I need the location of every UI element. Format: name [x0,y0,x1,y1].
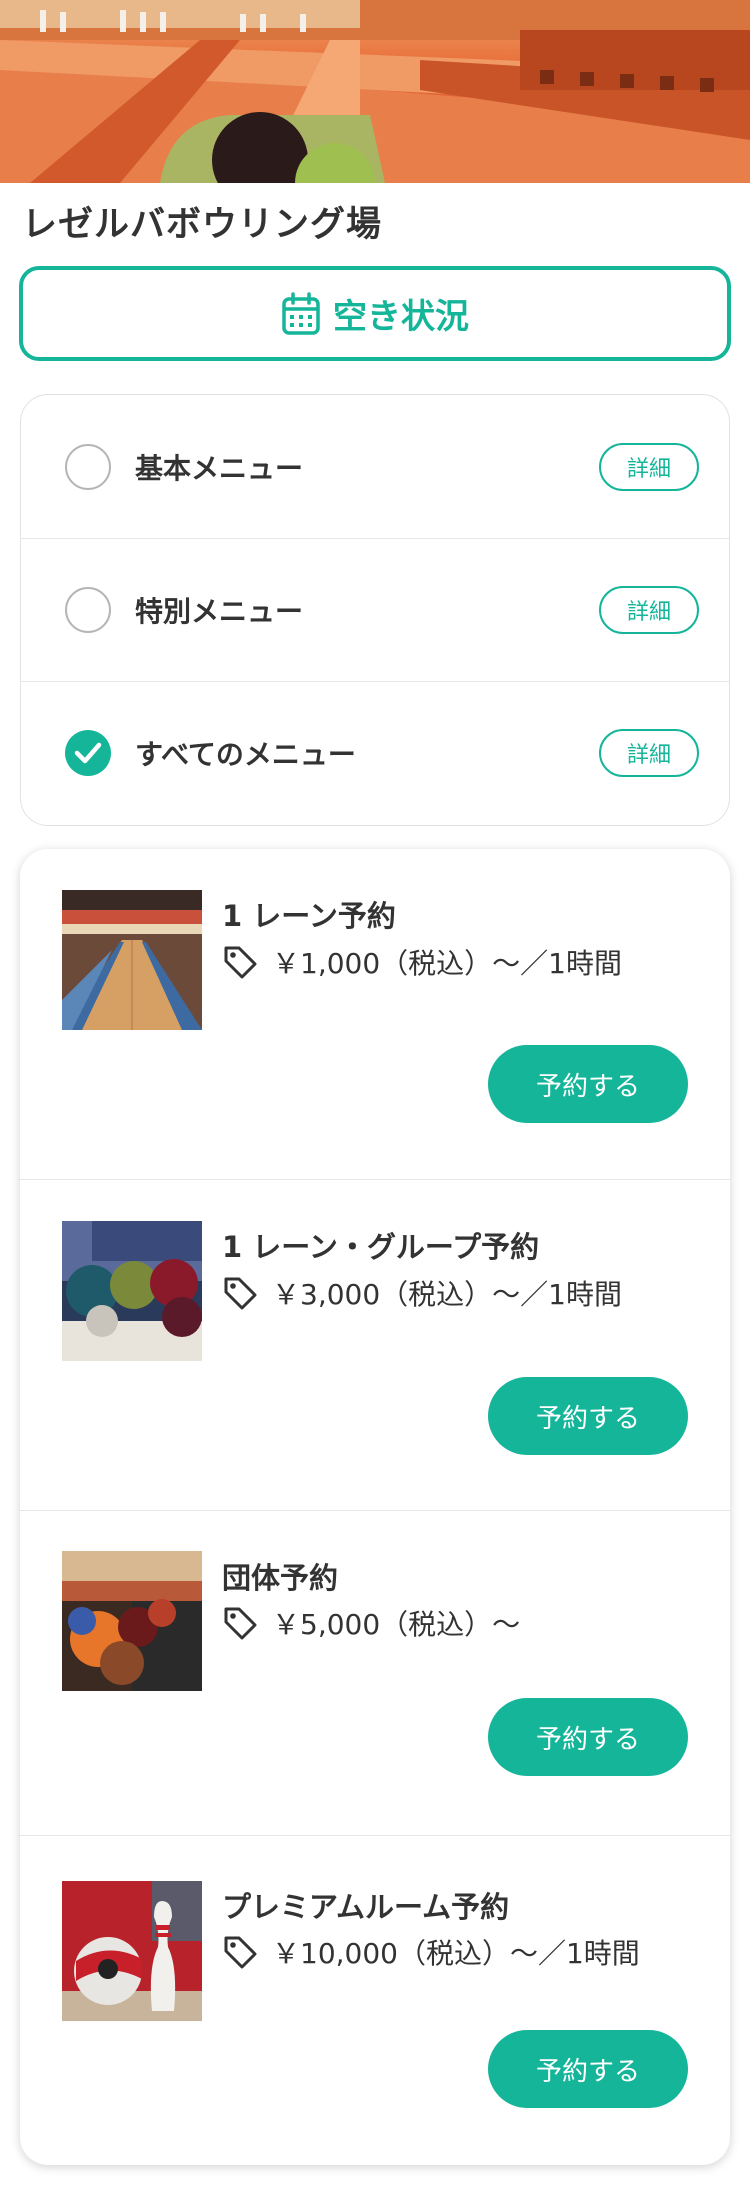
plan-item: 1 レーン予約 ￥1,000（税込）〜／1時間 予約する [20,849,730,1179]
detail-button-basic[interactable]: 詳細 [599,442,699,491]
plan-price-row: ￥10,000（税込）〜／1時間 [222,1932,640,1972]
plan-item: 団体予約 ￥5,000（税込）〜 予約する [20,1510,730,1835]
plan-thumbnail [62,1881,202,2021]
reserve-button[interactable]: 予約する [488,2030,688,2108]
detail-button-special[interactable]: 詳細 [599,586,699,634]
plan-item: プレミアムルーム予約 ￥10,000（税込）〜／1時間 予約する [20,1835,730,2165]
price-tag-icon [224,946,257,979]
menu-filter-card: 基本メニュー 詳細 特別メニュー 詳細 すべてのメニュー 詳細 [20,394,730,826]
plans-card: 1 レーン予約 ￥1,000（税込）〜／1時間 予約する 1 レーン・グループ予… [20,849,730,2165]
price-tag-icon [224,1607,257,1640]
filter-row-basic[interactable]: 基本メニュー 詳細 [21,395,729,538]
plan-price-row: ￥1,000（税込）〜／1時間 [222,942,622,982]
hero-image [0,0,750,183]
plan-title: 1 レーン・グループ予約 [222,1230,540,1264]
filter-row-all[interactable]: すべてのメニュー 詳細 [21,681,729,824]
plan-thumbnail [62,1221,202,1361]
filter-label-special: 特別メニュー [135,595,304,628]
plan-title: 団体予約 [222,1561,339,1595]
bowling-lanes-illustration [0,0,750,183]
detail-button-all[interactable]: 詳細 [599,729,699,777]
reserve-button[interactable]: 予約する [488,1377,688,1455]
filter-label-basic: 基本メニュー [135,451,304,485]
plan-item: 1 レーン・グループ予約 ￥3,000（税込）〜／1時間 予約する [20,1179,730,1510]
availability-button[interactable]: 空き状況 [19,266,731,361]
plan-price-row: ￥3,000（税込）〜／1時間 [222,1273,622,1313]
radio-all-menu[interactable] [65,730,111,776]
price-tag-icon [224,1277,257,1310]
ball-and-pin-photo [62,1881,202,2021]
calendar-icon [282,291,320,335]
radio-basic-menu[interactable] [65,443,111,490]
plan-price: ￥10,000（税込）〜／1時間 [272,1937,640,1970]
reserve-button[interactable]: 予約する [488,1045,688,1123]
availability-label: 空き状況 [333,297,469,337]
plan-price-row: ￥5,000（税込）〜 [222,1603,520,1643]
radio-special-menu[interactable] [65,587,111,633]
bowling-balls-photo [62,1221,202,1361]
plan-thumbnail [62,1551,202,1691]
venue-title: レゼルバボウリング場 [22,205,383,245]
price-tag-icon [224,1936,257,1969]
plan-price: ￥5,000（税込）〜 [272,1608,521,1641]
bowling-lanes-photo [62,890,202,1030]
reserve-button[interactable]: 予約する [488,1698,688,1776]
ball-return-photo [62,1551,202,1691]
plan-price: ￥3,000（税込）〜／1時間 [272,1278,622,1311]
plan-title: プレミアムルーム予約 [222,1890,510,1924]
plan-title: 1 レーン予約 [222,899,396,933]
plan-price: ￥1,000（税込）〜／1時間 [272,947,622,980]
plan-thumbnail [62,890,202,1030]
filter-row-special[interactable]: 特別メニュー 詳細 [21,538,729,681]
filter-label-all: すべてのメニュー [135,738,356,771]
check-icon [74,742,102,764]
